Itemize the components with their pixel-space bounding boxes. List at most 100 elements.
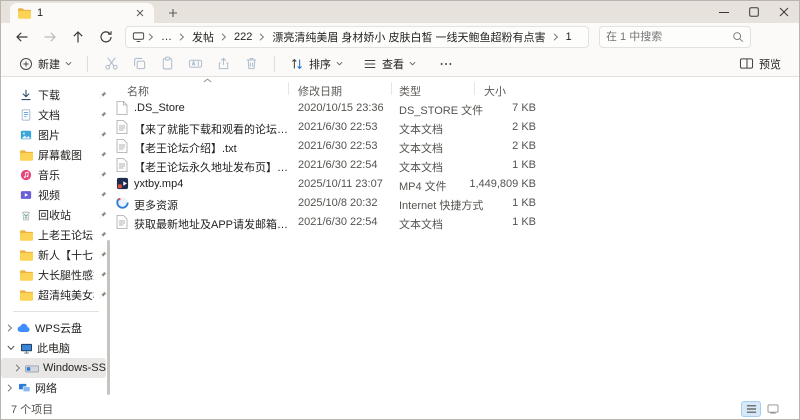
breadcrumb-item[interactable]: 1: [562, 30, 576, 44]
file-name[interactable]: yxtby.mp4: [134, 178, 183, 190]
large-icons-view-button[interactable]: [763, 401, 783, 417]
column-header-date[interactable]: 修改日期: [298, 83, 342, 99]
column-headers: 名称 修改日期 类型 大小: [111, 77, 799, 99]
tab-close-icon[interactable]: [133, 6, 147, 20]
file-name[interactable]: 【老王论坛永久地址发布页】.txt: [134, 159, 289, 175]
sidebar-item-folder[interactable]: 上老王论坛当: [1, 225, 111, 245]
sidebar-item-this-pc[interactable]: 此电脑: [1, 338, 111, 358]
share-button[interactable]: [209, 54, 237, 74]
videos-icon: [19, 188, 33, 202]
forward-button[interactable]: [37, 26, 63, 48]
rename-button[interactable]: [181, 54, 209, 74]
sidebar-item-windows-ssd[interactable]: Windows-SSD: [1, 358, 106, 378]
sidebar-item-pictures[interactable]: 图片: [1, 125, 111, 145]
search-icon: [732, 31, 744, 43]
file-row[interactable]: 【来了就能下载和观看的论坛，纯免费！】.txt 2021/6/30 22:53 …: [111, 118, 799, 137]
chevron-right-icon[interactable]: [15, 364, 21, 372]
new-button-label: 新建: [38, 56, 60, 72]
file-name[interactable]: 【来了就能下载和观看的论坛，纯免费！】.txt: [134, 121, 289, 137]
file-name[interactable]: .DS_Store: [134, 102, 185, 114]
back-button[interactable]: [9, 26, 35, 48]
column-divider[interactable]: [288, 82, 289, 95]
column-divider[interactable]: [474, 82, 475, 95]
folder-icon: [19, 228, 33, 242]
explorer-tab[interactable]: 1: [10, 3, 154, 23]
copy-button[interactable]: [125, 54, 153, 74]
sidebar-item-documents[interactable]: 文档: [1, 105, 111, 125]
music-icon: [19, 168, 33, 182]
sidebar-item-folder[interactable]: 超清纯美女校: [1, 285, 111, 305]
sidebar-item-label: 网络: [35, 380, 111, 396]
sidebar-item-folder[interactable]: 新人【十七岁: [1, 245, 111, 265]
address-bar[interactable]: … 发帖 222 漂亮清纯美眉 身材娇小 皮肤白皙 一线天鲍鱼超粉有点害 1: [125, 26, 589, 48]
new-tab-button[interactable]: [164, 5, 182, 21]
breadcrumb-item[interactable]: 发帖: [188, 28, 218, 46]
sidebar-item-label: 超清纯美女校: [38, 287, 94, 303]
column-header-type[interactable]: 类型: [399, 83, 421, 99]
chevron-down-icon: [336, 61, 343, 66]
sidebar-scrollbar[interactable]: [107, 240, 110, 395]
column-divider[interactable]: [391, 82, 392, 95]
paste-button[interactable]: [153, 54, 181, 74]
file-row[interactable]: .DS_Store 2020/10/15 23:36 DS_STORE 文件 7…: [111, 99, 799, 118]
folder-icon: [19, 248, 33, 262]
pictures-icon: [19, 128, 33, 142]
sidebar-item-wps-cloud[interactable]: WPS云盘: [1, 318, 111, 338]
chevron-right-icon: [259, 33, 265, 41]
file-row[interactable]: 更多资源 2025/10/8 20:32 Internet 快捷方式 1 KB: [111, 194, 799, 213]
file-name[interactable]: 获取最新地址及APP请发邮箱自动获取.txt: [134, 216, 289, 232]
sidebar-item-label: Windows-SSD: [43, 362, 106, 374]
refresh-button[interactable]: [93, 26, 119, 48]
sidebar-item-network[interactable]: 网络: [1, 378, 111, 398]
folder-icon: [17, 6, 31, 20]
file-size: 7 KB: [451, 102, 536, 114]
sidebar-item-videos[interactable]: 视频: [1, 185, 111, 205]
text-file-icon: [116, 120, 130, 134]
sidebar-item-label: 回收站: [38, 207, 94, 223]
breadcrumb-overflow[interactable]: …: [157, 30, 176, 44]
search-input[interactable]: [606, 31, 732, 43]
sidebar-item-downloads[interactable]: 下载: [1, 85, 111, 105]
minimize-button[interactable]: [709, 1, 739, 23]
column-header-name[interactable]: 名称: [127, 83, 149, 99]
sort-button[interactable]: 排序: [284, 53, 349, 75]
chevron-right-icon[interactable]: [7, 384, 13, 392]
delete-button[interactable]: [237, 54, 265, 74]
sidebar-item-music[interactable]: 音乐: [1, 165, 111, 185]
file-row[interactable]: 获取最新地址及APP请发邮箱自动获取.txt 2021/6/30 22:54 文…: [111, 213, 799, 232]
search-box[interactable]: [599, 26, 751, 48]
sidebar-item-label: 大长腿性感姐: [38, 267, 94, 283]
sidebar-item-screenshots[interactable]: 屏幕截图: [1, 145, 111, 165]
blank-file-icon: [116, 101, 130, 115]
download-icon: [19, 88, 33, 102]
pin-icon: [99, 291, 107, 299]
tab-title: 1: [37, 7, 127, 19]
chevron-down-icon: [409, 61, 416, 66]
file-name[interactable]: 更多资源: [134, 197, 178, 213]
view-button[interactable]: 查看: [357, 53, 422, 75]
up-button[interactable]: [65, 26, 91, 48]
cut-button[interactable]: [97, 54, 125, 74]
sidebar-item-folder[interactable]: 大长腿性感姐: [1, 265, 111, 285]
this-pc-icon: [19, 341, 33, 355]
sidebar-item-recycle-bin[interactable]: 回收站: [1, 205, 111, 225]
breadcrumb-item[interactable]: 222: [230, 30, 256, 44]
more-options-button[interactable]: [432, 54, 460, 74]
preview-button[interactable]: 预览: [733, 53, 787, 75]
column-header-size[interactable]: 大小: [484, 83, 506, 99]
file-name[interactable]: 【老王论坛介绍】.txt: [134, 140, 237, 156]
file-date: 2021/6/30 22:54: [298, 159, 378, 171]
tab-strip: 1: [1, 1, 799, 23]
file-row[interactable]: yxtby.mp4 2025/10/11 23:07 MP4 文件 1,449,…: [111, 175, 799, 194]
details-view-button[interactable]: [741, 401, 761, 417]
file-size: 1 KB: [451, 197, 536, 209]
close-button[interactable]: [769, 1, 799, 23]
breadcrumb-item[interactable]: 漂亮清纯美眉 身材娇小 皮肤白皙 一线天鲍鱼超粉有点害: [268, 28, 549, 46]
file-row[interactable]: 【老王论坛介绍】.txt 2021/6/30 22:53 文本文档 2 KB: [111, 137, 799, 156]
chevron-right-icon[interactable]: [7, 324, 13, 332]
maximize-button[interactable]: [739, 1, 769, 23]
new-button[interactable]: 新建: [13, 53, 78, 75]
file-row[interactable]: 【老王论坛永久地址发布页】.txt 2021/6/30 22:54 文本文档 1…: [111, 156, 799, 175]
this-pc-icon[interactable]: [132, 31, 145, 43]
chevron-down-icon[interactable]: [7, 345, 15, 351]
